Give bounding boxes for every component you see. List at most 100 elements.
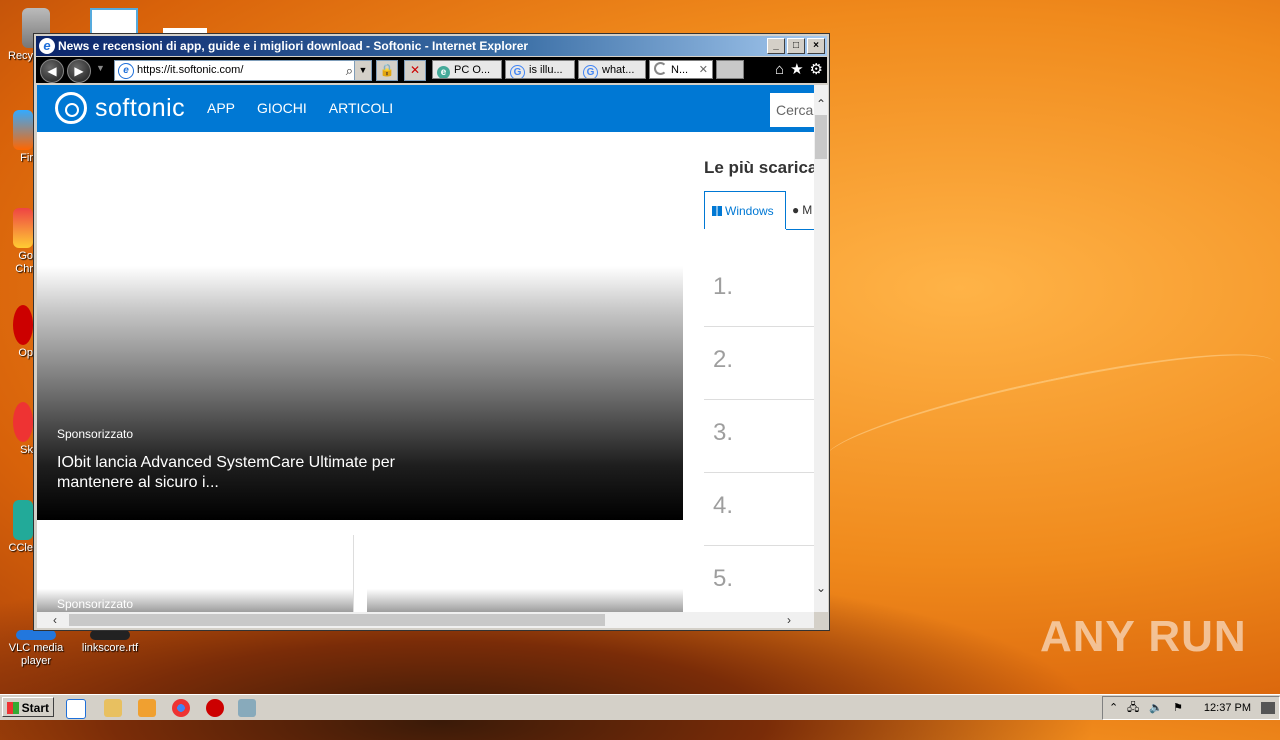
rank-number: 5.: [713, 565, 734, 592]
loading-icon: [654, 62, 667, 75]
address-dropdown-button[interactable]: ▼: [354, 61, 371, 80]
back-button[interactable]: ◀: [40, 59, 64, 83]
lock-icon[interactable]: 🔒: [376, 60, 398, 81]
tab-windows[interactable]: Windows: [704, 191, 786, 229]
rank-number: 2.: [713, 346, 734, 373]
ie-page-icon: e: [118, 63, 134, 79]
scroll-up-icon[interactable]: ⌃: [814, 97, 828, 111]
tab-label: what...: [602, 64, 635, 76]
nav-app[interactable]: APP: [207, 85, 235, 132]
clock[interactable]: 12:37 PM: [1204, 697, 1251, 719]
desktop-icon-label: Op: [18, 347, 33, 359]
home-icon[interactable]: ⌂: [775, 60, 784, 80]
network-icon[interactable]: 🖧: [1127, 697, 1139, 719]
tab-google-1[interactable]: Gis illu...: [505, 60, 575, 79]
tab-label: PC O...: [454, 64, 491, 76]
tab-google-2[interactable]: Gwhat...: [578, 60, 646, 79]
article-card[interactable]: [367, 535, 683, 612]
chrome-icon: [13, 208, 33, 248]
hero-title[interactable]: IObit lancia Advanced SystemCare Ultimat…: [57, 453, 417, 493]
desktop-icon-chrome[interactable]: Go Chr: [0, 208, 33, 276]
softonic-logo-icon[interactable]: [55, 92, 87, 124]
desktop-icon-ccleaner[interactable]: CCle: [0, 500, 33, 555]
tab-pc[interactable]: e PC O...: [432, 60, 502, 79]
gear-icon[interactable]: ⚙: [810, 60, 823, 80]
media-player-icon[interactable]: [138, 699, 156, 717]
tray-expand-icon[interactable]: ⌃: [1109, 697, 1118, 719]
list-item[interactable]: 2.: [704, 326, 814, 400]
start-button[interactable]: Start: [2, 697, 54, 717]
scroll-right-icon[interactable]: ›: [787, 612, 791, 628]
rank-number: 3.: [713, 419, 734, 446]
title-bar[interactable]: e News e recensioni di app, guide e i mi…: [36, 36, 827, 56]
apple-logo-icon: ●: [792, 203, 800, 217]
volume-icon[interactable]: 🔈: [1149, 697, 1163, 719]
rank-number: 1.: [713, 273, 734, 300]
browser-window: e News e recensioni di app, guide e i mi…: [33, 33, 830, 631]
document-icon: [90, 630, 130, 640]
folder-icon[interactable]: [104, 699, 122, 717]
list-item[interactable]: 5.: [704, 545, 814, 612]
navigation-bar: ◀ ▶ ▼ e https://it.softonic.com/ ⌕ ▼ 🔒 ✕…: [36, 57, 827, 83]
opera-icon[interactable]: [206, 699, 224, 717]
desktop-icon-opera[interactable]: Op: [0, 305, 33, 360]
stop-button[interactable]: ✕: [404, 60, 426, 81]
sponsored-tag: Sponsorizzato: [57, 427, 134, 441]
desktop-icon-skype[interactable]: Sk: [0, 402, 33, 457]
anyrun-watermark: ANY RUN: [1040, 612, 1247, 661]
address-bar[interactable]: e https://it.softonic.com/ ⌕ ▼: [114, 60, 372, 81]
desktop-icon-label: VLC media player: [8, 642, 64, 667]
tab-mac[interactable]: ● M: [786, 191, 814, 230]
hero-article[interactable]: Sponsorizzato IObit lancia Advanced Syst…: [37, 157, 683, 520]
scrollbar-thumb[interactable]: [69, 614, 605, 626]
desktop-wallpaper-line: [818, 332, 1280, 490]
close-button[interactable]: ×: [807, 38, 825, 54]
nav-articoli[interactable]: ARTICOLI: [329, 85, 393, 132]
desktop-icon-vlc[interactable]: VLC media player: [0, 630, 72, 668]
tab-active-loading[interactable]: N... ✕: [649, 60, 713, 79]
minimize-button[interactable]: _: [767, 38, 785, 54]
site-logo[interactable]: softonic: [95, 93, 185, 123]
desktop-icon-linkscore[interactable]: linkscore.rtf: [74, 630, 146, 655]
rank-number: 4.: [713, 492, 734, 519]
list-item[interactable]: 3.: [704, 399, 814, 473]
start-label: Start: [21, 701, 49, 715]
search-input[interactable]: Cerca: [770, 93, 814, 127]
desktop-icon-firefox[interactable]: Fir: [0, 110, 33, 165]
scrollbar-thumb[interactable]: [815, 115, 827, 159]
search-icon[interactable]: ⌕: [346, 61, 353, 80]
internet-explorer-icon[interactable]: [66, 699, 86, 719]
firefox-icon: [13, 110, 33, 150]
scroll-down-icon[interactable]: ⌄: [814, 581, 828, 595]
tab-label: is illu...: [529, 64, 563, 76]
maximize-button[interactable]: □: [787, 38, 805, 54]
show-desktop-button[interactable]: [1261, 702, 1275, 714]
favorites-star-icon[interactable]: ★: [790, 60, 803, 80]
address-url[interactable]: https://it.softonic.com/: [137, 61, 243, 80]
ie-page-icon: e: [437, 66, 450, 78]
sidebar-heading: Le più scarica: [704, 158, 814, 177]
nav-giochi[interactable]: GIOCHI: [257, 85, 307, 132]
opera-icon: [13, 305, 33, 345]
chevron-down-icon[interactable]: ▼: [96, 63, 105, 73]
tab-label: M: [802, 203, 813, 217]
forward-button[interactable]: ▶: [67, 59, 91, 83]
page-viewport: softonic APP GIOCHI ARTICOLI Cerca Spons…: [37, 85, 814, 612]
horizontal-scrollbar[interactable]: ‹ ›: [37, 612, 814, 628]
vertical-scrollbar[interactable]: ⌃ ⌄: [814, 85, 828, 612]
desktop-icon-label: linkscore.rtf: [81, 642, 139, 654]
taskbar: Start ⌃ 🖧 🔈 ⚑ 12:37 PM: [0, 694, 1280, 720]
desktop-icon-label: Sk: [20, 444, 33, 456]
scroll-left-icon[interactable]: ‹: [53, 612, 57, 628]
article-card[interactable]: Sponsorizzato: [37, 535, 353, 612]
site-header: softonic APP GIOCHI ARTICOLI Cerca: [37, 85, 814, 132]
chrome-icon[interactable]: [172, 699, 190, 717]
tab-label: N...: [671, 64, 689, 76]
list-item[interactable]: 4.: [704, 472, 814, 546]
new-tab-button[interactable]: [716, 60, 744, 79]
divider: [353, 535, 354, 612]
ie-window-taskbar-button[interactable]: [238, 699, 256, 717]
flag-icon[interactable]: ⚑: [1173, 697, 1183, 719]
tab-close-icon[interactable]: ✕: [699, 61, 708, 78]
list-item[interactable]: 1.: [704, 253, 814, 327]
